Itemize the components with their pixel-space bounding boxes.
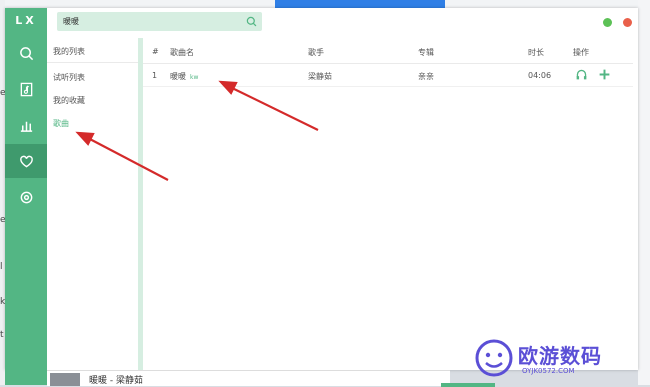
watermark: 欧游数码 OYJK0572.COM xyxy=(470,336,630,380)
music-file-icon xyxy=(20,82,32,96)
song-album[interactable]: 亲亲 xyxy=(418,71,434,82)
app-window: LX 我的列表 试听列表 我的收藏 歌曲 # 歌曲名 xyxy=(5,8,638,385)
list-item-favorites[interactable]: 我的收藏 xyxy=(53,95,85,106)
search-icon[interactable] xyxy=(246,16,257,27)
divider xyxy=(143,63,633,64)
source-badge: kw xyxy=(190,74,199,81)
column-header-num: # xyxy=(152,47,159,56)
song-name-cell: 暖暖 kw xyxy=(170,71,198,82)
divider xyxy=(47,62,138,63)
desktop-right-strip xyxy=(638,0,650,385)
column-header-actions: 操作 xyxy=(573,48,589,57)
song-table: # 歌曲名 歌手 专辑 时长 操作 1 暖暖 kw 梁静茹 亲亲 04:06 xyxy=(143,38,638,370)
headphones-icon[interactable] xyxy=(575,68,588,81)
settings-icon xyxy=(20,191,32,203)
song-number: 1 xyxy=(152,71,158,80)
nav-my-list[interactable] xyxy=(5,144,47,178)
list-item-songs[interactable]: 歌曲 xyxy=(53,118,69,129)
close-button[interactable] xyxy=(623,18,632,27)
divider xyxy=(143,86,633,87)
progress-bar[interactable] xyxy=(441,383,495,387)
app-logo: LX xyxy=(15,14,37,27)
song-duration: 04:06 xyxy=(528,71,552,80)
nav-settings[interactable] xyxy=(5,180,47,214)
nav-leaderboard[interactable] xyxy=(5,108,47,142)
desktop-text-fragment: t xyxy=(0,330,4,340)
minimize-button[interactable] xyxy=(603,18,612,27)
song-artist[interactable]: 梁静茹 xyxy=(308,71,332,82)
song-name[interactable]: 暖暖 xyxy=(170,72,186,81)
watermark-text: 欧游数码 xyxy=(518,344,602,368)
search-icon xyxy=(19,46,33,60)
desktop-text-fragment: l xyxy=(0,262,3,272)
nav-search[interactable] xyxy=(5,36,47,70)
search-input[interactable] xyxy=(63,12,243,31)
watermark-logo-icon xyxy=(475,339,513,377)
add-icon[interactable] xyxy=(598,68,611,81)
nav-songlist[interactable] xyxy=(5,72,47,106)
sidebar: LX xyxy=(5,8,47,385)
my-lists-panel: 我的列表 试听列表 我的收藏 歌曲 xyxy=(47,38,143,370)
desktop-window-fragment xyxy=(275,0,445,8)
column-header-name: 歌曲名 xyxy=(170,48,194,57)
column-header-artist: 歌手 xyxy=(308,48,324,57)
column-header-album: 专辑 xyxy=(418,48,434,57)
top-bar xyxy=(47,8,638,38)
chart-icon xyxy=(20,121,32,132)
now-playing-title: 暖暖 - 梁静茹 xyxy=(89,376,143,386)
column-header-duration: 时长 xyxy=(528,48,544,57)
search-box[interactable] xyxy=(57,12,262,31)
player-bar: 暖暖 - 梁静茹 xyxy=(47,370,495,387)
album-cover[interactable] xyxy=(50,373,80,386)
watermark-subtext: OYJK0572.COM xyxy=(522,367,575,375)
heart-icon xyxy=(19,155,33,167)
list-item-trial[interactable]: 试听列表 xyxy=(53,72,85,83)
my-lists-header: 我的列表 xyxy=(53,47,85,56)
